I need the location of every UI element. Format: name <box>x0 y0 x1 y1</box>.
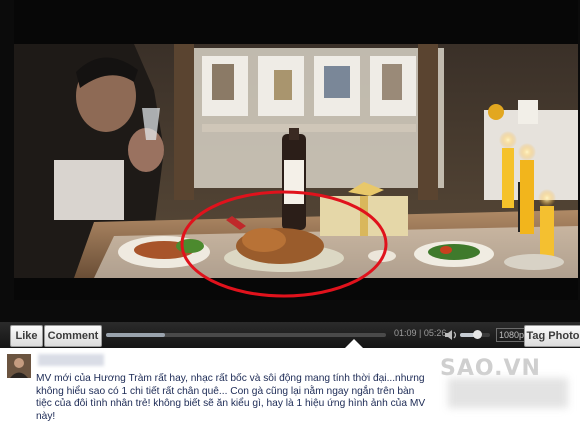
current-time: 01:09 <box>394 328 417 338</box>
avatar[interactable] <box>7 354 31 378</box>
video-frame[interactable] <box>14 0 578 300</box>
seek-bar[interactable] <box>106 333 386 337</box>
volume-slider-handle[interactable] <box>472 330 482 339</box>
tag-photo-button[interactable]: Tag Photo <box>524 325 580 347</box>
commenter-name-blurred <box>38 354 104 366</box>
comment-button[interactable]: Comment <box>44 325 102 347</box>
blurred-area <box>448 378 568 408</box>
video-still-image <box>14 0 578 300</box>
volume-icon[interactable] <box>444 329 458 341</box>
avatar-image <box>7 354 31 378</box>
like-button[interactable]: Like <box>10 325 43 347</box>
comment-pointer <box>345 339 363 348</box>
comment-text: MV mới của Hương Tràm rất hay, nhạc rất … <box>36 373 426 422</box>
seek-bar-fill <box>106 333 165 337</box>
quality-badge[interactable]: 1080p <box>496 328 528 342</box>
video-controls: Like Comment 01:09 | 05:26 1080p Tag Pho… <box>0 322 580 348</box>
volume-slider[interactable] <box>460 330 490 339</box>
video-player[interactable] <box>0 0 580 322</box>
time-display: 01:09 | 05:26 <box>394 328 447 338</box>
